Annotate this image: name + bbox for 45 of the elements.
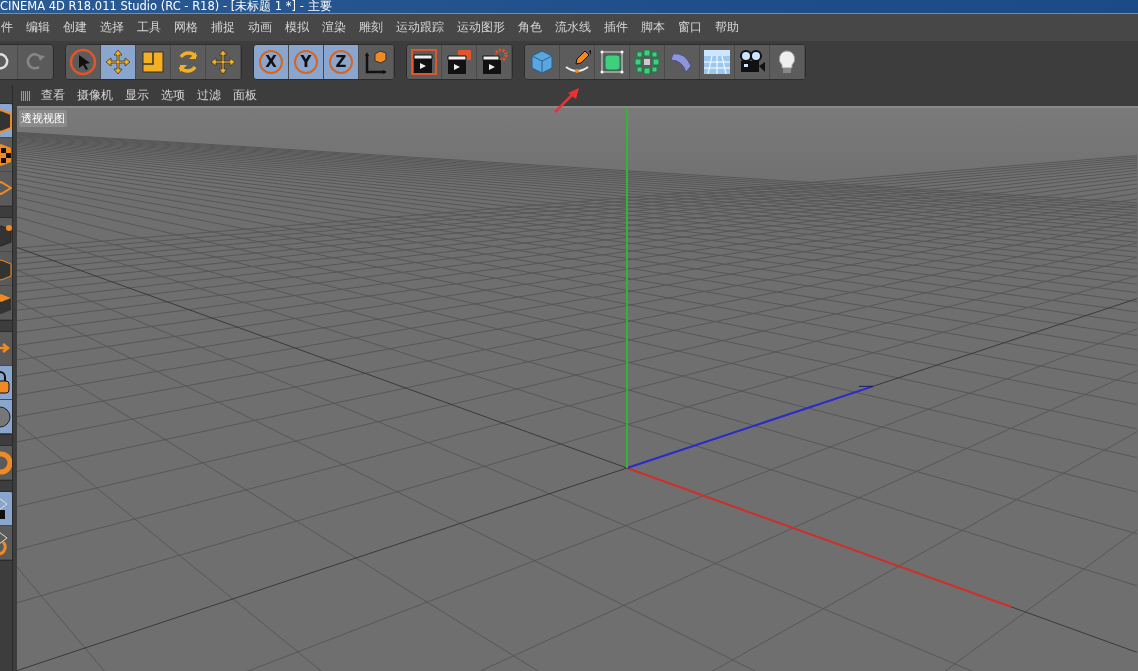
menu-item[interactable]: 雕刻 bbox=[352, 19, 389, 36]
menu-item[interactable]: 脚本 bbox=[634, 19, 671, 36]
axis-lock-button[interactable]: Y bbox=[289, 45, 324, 79]
pen-nib-icon bbox=[563, 48, 591, 76]
menu-item[interactable]: 捕捉 bbox=[204, 19, 241, 36]
menu-item[interactable]: 模拟 bbox=[278, 19, 315, 36]
viewport-menu-item[interactable]: 摄像机 bbox=[71, 88, 119, 103]
floor-grid-icon bbox=[703, 48, 731, 76]
menu-item[interactable]: 动画 bbox=[241, 19, 278, 36]
window-title: CINEMA 4D R18.011 Studio (RC - R18) - [未标题 1 *] - 主要 bbox=[0, 0, 333, 13]
viewport-menu-item[interactable]: 面板 bbox=[227, 88, 263, 103]
axis-lock-button[interactable]: X bbox=[254, 45, 289, 79]
menu-item[interactable]: 角色 bbox=[511, 19, 548, 36]
cage-cube-icon bbox=[598, 48, 626, 76]
viewport-label: 透视视图 bbox=[19, 110, 67, 127]
menu-item[interactable]: 工具 bbox=[130, 19, 167, 36]
axis-lock-button[interactable]: Z bbox=[324, 45, 359, 79]
viewport-menu-item[interactable]: 选项 bbox=[155, 88, 191, 103]
annotation-arrow bbox=[552, 85, 582, 115]
menu-item[interactable]: 帮助 bbox=[708, 19, 745, 36]
viewport-menu-item[interactable]: 过滤 bbox=[191, 88, 227, 103]
clapperboard-icon bbox=[480, 48, 508, 76]
move-arrows-icon bbox=[209, 48, 237, 76]
viewport-menu-item[interactable]: 显示 bbox=[119, 88, 155, 103]
menu-item[interactable]: 窗口 bbox=[671, 19, 708, 36]
clapperboard-icon bbox=[445, 48, 473, 76]
scale-square-icon bbox=[139, 48, 167, 76]
menu-item[interactable]: 流水线 bbox=[548, 19, 597, 36]
menu-item[interactable]: 件 bbox=[0, 19, 19, 36]
move-arrows-icon bbox=[104, 48, 132, 76]
menu-item[interactable]: 插件 bbox=[597, 19, 634, 36]
menu-item[interactable]: 编辑 bbox=[19, 19, 56, 36]
world-axes-icon bbox=[362, 48, 390, 76]
cube-cluster-icon bbox=[633, 48, 661, 76]
menu-item[interactable]: 网格 bbox=[167, 19, 204, 36]
menu-item[interactable]: 渲染 bbox=[315, 19, 352, 36]
menu-item[interactable]: 选择 bbox=[93, 19, 130, 36]
clapperboard-icon bbox=[410, 48, 438, 76]
cube-icon bbox=[528, 48, 556, 76]
menu-item[interactable]: 创建 bbox=[56, 19, 93, 36]
tool-button[interactable] bbox=[407, 45, 442, 79]
viewport-menu-item[interactable]: 查看 bbox=[35, 88, 71, 103]
menu-item[interactable]: 运动图形 bbox=[450, 19, 511, 36]
grip-handle-icon[interactable] bbox=[21, 90, 31, 101]
menu-item[interactable]: 运动跟踪 bbox=[389, 19, 450, 36]
